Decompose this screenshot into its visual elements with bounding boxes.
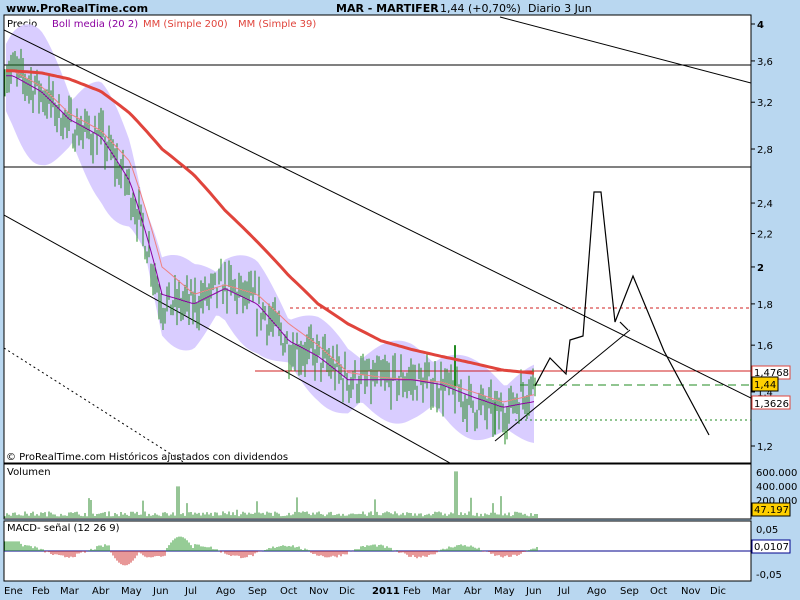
- x-tick-label: Jun: [525, 586, 542, 597]
- x-tick-label: 2011: [372, 586, 400, 597]
- x-tick-label: Nov: [309, 586, 329, 597]
- price-tick-label: 4: [757, 20, 764, 31]
- x-tick-label: Feb: [403, 586, 421, 597]
- svg-text:47.197: 47.197: [754, 505, 789, 516]
- x-tick-label: Sep: [248, 586, 267, 597]
- period-label: Diario 3 Jun: [528, 2, 592, 15]
- x-tick-label: Oct: [650, 586, 667, 597]
- instrument-title: MAR - MARTIFER: [336, 2, 439, 15]
- price-tick-label: 1,2: [757, 442, 773, 453]
- copyright-note: © ProRealTime.com Históricos ajustados c…: [6, 451, 288, 463]
- svg-text:0,0107: 0,0107: [754, 542, 789, 553]
- svg-text:1,3626: 1,3626: [754, 399, 789, 410]
- x-tick-label: Dic: [710, 586, 726, 597]
- x-axis: Ene Feb Mar Abr May Jun Jul Ago Sep Oct Nov Dic 2011…: [4, 586, 726, 597]
- price-tick-label: 2: [757, 263, 764, 274]
- price-tick-label: 2,8: [757, 145, 773, 156]
- tag-boll: 1,3626: [751, 395, 791, 410]
- volume-label: Volumen: [7, 467, 51, 478]
- x-tick-label: Jun: [152, 586, 169, 597]
- x-tick-label: Ago: [587, 586, 606, 597]
- stock-chart: www.ProRealTime.com MAR - MARTIFER 1,44 …: [3, 2, 797, 597]
- x-tick-label: Oct: [280, 586, 297, 597]
- legend-mm39: MM (Simple 39): [238, 19, 316, 30]
- x-tick-label: Abr: [92, 586, 110, 597]
- macd-tick-pos: 0,05: [756, 525, 778, 536]
- vol-tick-400k: 400.000: [756, 482, 797, 493]
- legend-mm200: MM (Simple 200): [143, 19, 228, 30]
- x-tick-label: Ago: [216, 586, 235, 597]
- x-tick-label: Dic: [339, 586, 355, 597]
- site-name: www.ProRealTime.com: [6, 2, 148, 15]
- price-tick-label: 2,4: [757, 199, 773, 210]
- x-tick-label: May: [121, 586, 142, 597]
- x-tick-label: Mar: [432, 586, 452, 597]
- volume-panel: [3, 463, 752, 520]
- x-tick-label: Nov: [681, 586, 701, 597]
- price-tick-label: 2,2: [757, 230, 773, 241]
- x-tick-label: Jul: [184, 586, 197, 597]
- x-tick-label: Jul: [557, 586, 570, 597]
- svg-text:1,44: 1,44: [754, 380, 776, 391]
- x-tick-label: May: [494, 586, 515, 597]
- vol-tick-600k: 600.000: [756, 468, 797, 479]
- macd-value-tag: 0,0107: [751, 539, 791, 554]
- tag-last-price: 1,44: [751, 376, 779, 392]
- x-tick-label: Ene: [4, 586, 23, 597]
- macd-tick-neg: -0,05: [756, 570, 782, 581]
- x-tick-label: Feb: [32, 586, 50, 597]
- x-tick-label: Mar: [60, 586, 80, 597]
- price-tick-label: 3,6: [757, 57, 773, 68]
- price-tick-label: 1,8: [757, 300, 773, 311]
- volume-value-tag: 47.197: [751, 502, 791, 517]
- x-tick-label: Sep: [620, 586, 639, 597]
- price-tick-label: 1,6: [757, 341, 773, 352]
- legend-boll: Boll media (20 2): [52, 19, 138, 30]
- price-tick-label: 3,2: [757, 98, 773, 109]
- macd-label: MACD- señal (12 26 9): [7, 523, 120, 534]
- x-tick-label: Abr: [464, 586, 482, 597]
- price-change: 1,44 (+0,70%): [440, 2, 521, 15]
